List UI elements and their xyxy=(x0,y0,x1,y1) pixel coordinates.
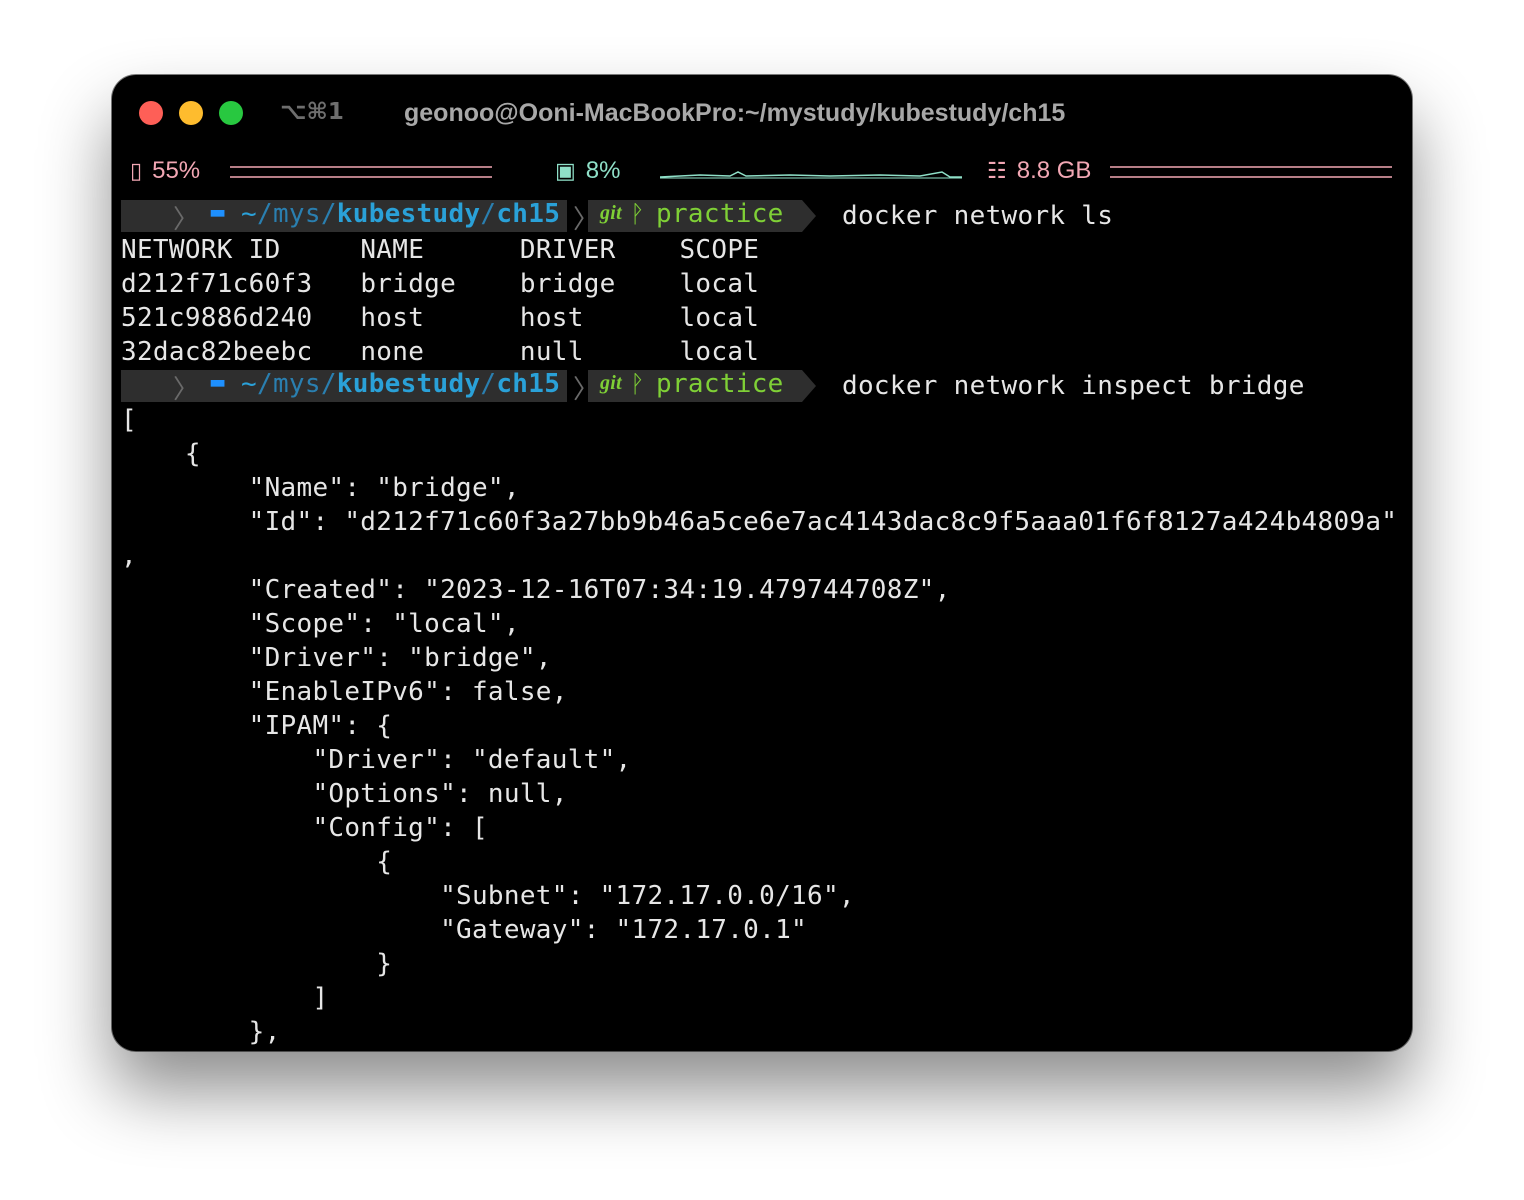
output-line: "Options": null, xyxy=(121,779,568,809)
inspect-output: [ { "Name": "bridge", "Id": "d212f71c60f… xyxy=(112,403,1412,1049)
output-line: } xyxy=(121,949,393,979)
prompt-git-segment: git ᚹ practice xyxy=(588,199,802,232)
prompt-path-segment: 〉 ▬ ~/mys/kubestudy/ch15 〉 xyxy=(121,199,599,235)
chevron-right-icon: 〉 xyxy=(173,375,200,405)
table-row: 32dac82beebc none null local xyxy=(112,335,1412,369)
output-line: ] xyxy=(121,983,329,1013)
shell-prompt: 〉 ▬ ~/mys/kubestudy/ch15 〉 git ᚹ practic… xyxy=(112,369,1412,405)
shell-prompt: 〉 ▬ ~/mys/kubestudy/ch15 〉 git ᚹ practic… xyxy=(112,199,1412,235)
git-branch: practice xyxy=(656,369,784,399)
table-cell: bridge xyxy=(360,269,457,299)
git-icon: git xyxy=(600,372,623,394)
table-cell: 32dac82beebc xyxy=(121,337,313,367)
battery-sparkline xyxy=(230,166,492,178)
prompt-arrow xyxy=(802,200,816,232)
tab-shortcut: ⌥⌘1 xyxy=(280,99,344,125)
cpu-sparkline xyxy=(660,171,962,179)
battery-icon: ▯ xyxy=(130,158,143,183)
table-cell: bridge xyxy=(519,269,616,299)
git-branch: practice xyxy=(656,199,784,229)
git-icon: git xyxy=(600,202,623,224)
output-line: "Driver": "default", xyxy=(121,745,632,775)
table-cell: d212f71c60f3 xyxy=(121,269,313,299)
window-title: geonoo@Ooni-MacBookPro:~/mystudy/kubestu… xyxy=(404,99,1066,127)
close-button[interactable] xyxy=(139,101,163,125)
prompt-arrow xyxy=(802,370,816,402)
output-line: "EnableIPv6": false, xyxy=(121,677,568,707)
network-table: NETWORK ID NAME DRIVER SCOPE d212f71c60f3… xyxy=(112,233,1412,369)
table-cell: 521c9886d240 xyxy=(121,303,313,333)
branch-icon: ᚹ xyxy=(630,370,645,398)
chevron-right-icon: 〉 xyxy=(573,205,600,235)
cpu-icon: ▣ xyxy=(555,158,576,183)
output-line: "Gateway": "172.17.0.1" xyxy=(121,915,807,945)
output-line: "Scope": "local", xyxy=(121,609,520,639)
output-line: "Id": "d212f71c60f3a27bb9b46a5ce6e7ac414… xyxy=(121,507,1398,537)
folder-icon: ▬ xyxy=(209,202,227,223)
title-bar: ⌥⌘1 geonoo@Ooni-MacBookPro:~/mystudy/kub… xyxy=(112,75,1412,151)
output-line: "Created": "2023-12-16T07:34:19.47974470… xyxy=(121,575,951,605)
prompt-path: ~/mys/kubestudy/ch15 xyxy=(241,369,561,399)
memory-value: 8.8 GB xyxy=(1016,157,1092,184)
output-line: { xyxy=(121,847,393,877)
table-cell: local xyxy=(679,303,760,333)
table-cell: host xyxy=(519,303,584,333)
table-cell: none xyxy=(360,337,425,367)
minimize-button[interactable] xyxy=(179,101,203,125)
memory-sparkline xyxy=(1110,166,1392,178)
output-line: { xyxy=(121,439,201,469)
table-cell: host xyxy=(360,303,425,333)
terminal-window: ⌥⌘1 geonoo@Ooni-MacBookPro:~/mystudy/kub… xyxy=(112,75,1412,1051)
output-line: [ xyxy=(121,405,137,435)
output-line: "IPAM": { xyxy=(121,711,393,741)
prompt-git-segment: git ᚹ practice xyxy=(588,369,802,402)
battery-value: 55% xyxy=(152,157,201,184)
memory-icon: ☷ xyxy=(987,158,1007,183)
table-cell: SCOPE xyxy=(679,235,760,265)
output-line: "Config": [ xyxy=(121,813,488,843)
cpu-stat: ▣ 8% xyxy=(555,157,620,185)
prompt-path: ~/mys/kubestudy/ch15 xyxy=(241,199,561,229)
table-cell: DRIVER xyxy=(519,235,616,265)
table-cell: NAME xyxy=(360,235,425,265)
zoom-button[interactable] xyxy=(219,101,243,125)
terminal-output[interactable]: 〉 ▬ ~/mys/kubestudy/ch15 〉 git ᚹ practic… xyxy=(112,199,1412,1049)
command-text: docker network ls xyxy=(842,201,1114,231)
chevron-right-icon: 〉 xyxy=(173,205,200,235)
command-text: docker network inspect bridge xyxy=(842,371,1305,401)
table-cell: local xyxy=(679,337,760,367)
table-cell: null xyxy=(519,337,584,367)
branch-icon: ᚹ xyxy=(630,200,645,228)
output-line: "Driver": "bridge", xyxy=(121,643,552,673)
folder-icon: ▬ xyxy=(209,372,227,393)
table-cell: local xyxy=(679,269,760,299)
table-header: NETWORK ID NAME DRIVER SCOPE xyxy=(112,233,1412,267)
table-row: 521c9886d240 host host local xyxy=(112,301,1412,335)
memory-stat: ☷ 8.8 GB xyxy=(987,157,1091,185)
output-line: "Name": "bridge", xyxy=(121,473,520,503)
output-line: }, xyxy=(121,1017,281,1047)
battery-stat: ▯ 55% xyxy=(130,157,200,185)
output-line: "Subnet": "172.17.0.0/16", xyxy=(121,881,855,911)
prompt-path-segment: 〉 ▬ ~/mys/kubestudy/ch15 〉 xyxy=(121,369,599,405)
cpu-value: 8% xyxy=(585,157,621,184)
output-line: , xyxy=(121,541,137,571)
chevron-right-icon: 〉 xyxy=(573,375,600,405)
table-row: d212f71c60f3 bridge bridge local xyxy=(112,267,1412,301)
table-cell: NETWORK ID xyxy=(121,235,281,265)
status-bar: ▯ 55% ▣ 8% ☷ 8.8 GB xyxy=(112,151,1412,195)
